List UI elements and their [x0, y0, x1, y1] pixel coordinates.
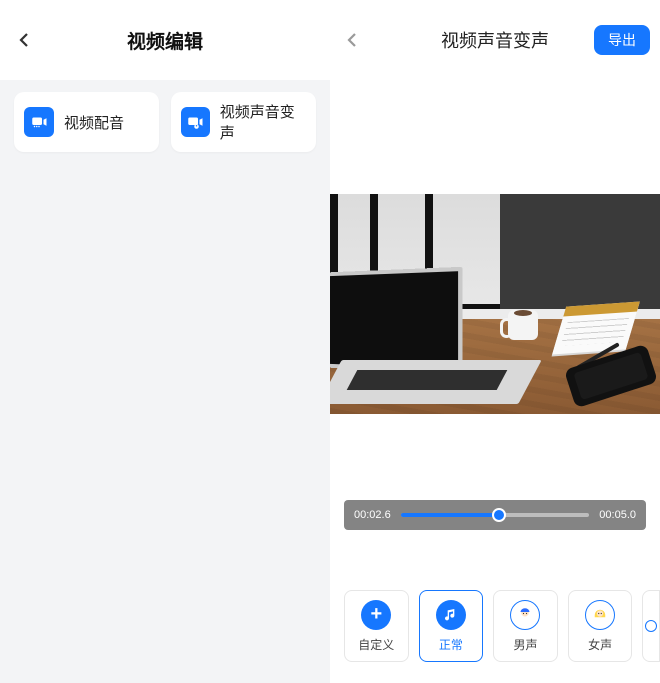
voice-option-male[interactable]: 男声: [493, 590, 558, 662]
voice-option-label: 自定义: [358, 636, 394, 653]
voice-option-label: 男声: [513, 636, 537, 653]
seek-slider[interactable]: [401, 513, 590, 517]
option-cards: 视频配音 视频声音变声: [0, 80, 330, 164]
voice-option-female[interactable]: 女声: [568, 590, 633, 662]
voice-option-label: 女声: [588, 636, 612, 653]
back-button[interactable]: [12, 28, 36, 52]
male-face-icon: [510, 600, 540, 630]
video-voice-change-icon: [181, 107, 210, 137]
right-header: 视频声音变声 导出: [330, 0, 660, 80]
option-video-voice-change[interactable]: 视频声音变声: [171, 92, 316, 152]
voice-change-screen: 视频声音变声 导出 00:02.6 00:05.0: [330, 0, 660, 683]
voice-option-custom[interactable]: + 自定义: [344, 590, 409, 662]
export-button[interactable]: 导出: [594, 25, 650, 55]
option-video-dubbing[interactable]: 视频配音: [14, 92, 159, 152]
voice-option-normal[interactable]: 正常: [419, 590, 484, 662]
video-preview[interactable]: [330, 194, 660, 414]
video-frame-scene: [330, 194, 660, 414]
music-note-icon: [436, 600, 466, 630]
voice-options: + 自定义 正常 男声 女声: [344, 590, 660, 664]
back-button[interactable]: [340, 28, 364, 52]
left-header: 视频编辑: [0, 0, 330, 80]
total-time: 00:05.0: [599, 509, 636, 521]
seek-fill: [401, 513, 499, 517]
chevron-left-icon: [344, 32, 360, 48]
option-label: 视频声音变声: [220, 101, 306, 143]
video-dubbing-icon: [24, 107, 54, 137]
chevron-left-icon: [16, 32, 32, 48]
plus-icon: +: [361, 600, 391, 630]
seek-thumb[interactable]: [492, 508, 506, 522]
female-face-icon: [585, 600, 615, 630]
voice-option-label: 正常: [439, 636, 463, 653]
page-title: 视频编辑: [0, 27, 330, 54]
video-edit-screen: 视频编辑 视频配音 视频声音变声: [0, 0, 330, 683]
option-label: 视频配音: [64, 112, 124, 133]
playback-bar: 00:02.6 00:05.0: [344, 500, 646, 530]
current-time: 00:02.6: [354, 509, 391, 521]
voice-option-more[interactable]: [642, 590, 660, 662]
